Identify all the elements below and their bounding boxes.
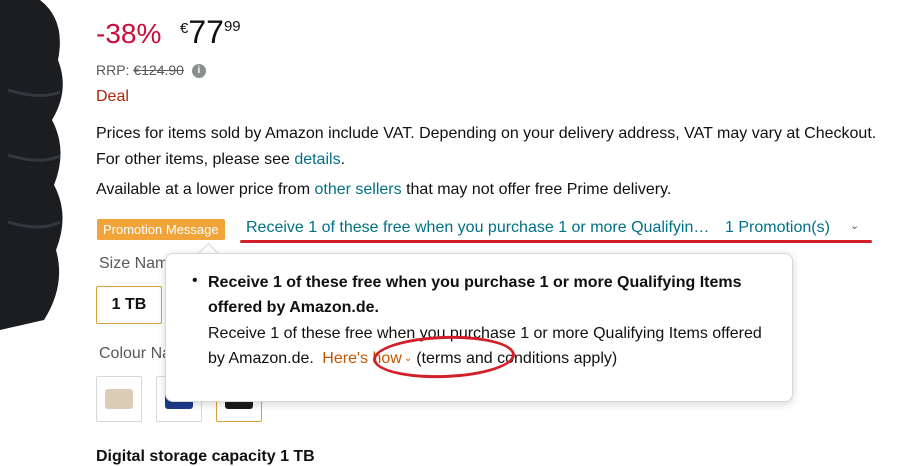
popover-title: Receive 1 of these free when you purchas…: [208, 274, 742, 316]
vat-text-end: .: [340, 151, 346, 168]
price-whole: 77: [188, 14, 224, 50]
annotation-underline: [240, 240, 872, 243]
info-icon[interactable]: i: [191, 64, 206, 79]
currency-symbol: €: [180, 20, 189, 37]
size-option-1tb[interactable]: 1 TB: [96, 286, 162, 324]
vat-notice: Prices for items sold by Amazon include …: [96, 121, 886, 173]
promotion-link[interactable]: Receive 1 of these free when you purchas…: [246, 219, 716, 237]
vat-text: Prices for items sold by Amazon include …: [96, 125, 877, 168]
price-fraction: 99: [223, 18, 241, 35]
price: €7799: [180, 14, 241, 51]
deal-badge: Deal: [96, 88, 129, 105]
bullet-icon: •: [192, 272, 198, 289]
swatch-thumbnail: [105, 389, 133, 409]
digital-storage-label: Digital storage capacity 1 TB: [96, 448, 315, 465]
lower-price-text: Available at a lower price from: [96, 181, 315, 198]
promotion-badge: Promotion Message: [97, 219, 225, 240]
rrp-value: €124.90: [133, 62, 184, 78]
product-image: [0, 0, 63, 330]
promotion-count-link[interactable]: 1 Promotion(s): [725, 219, 830, 237]
details-link[interactable]: details: [294, 151, 340, 168]
colour-swatch-beige[interactable]: [96, 376, 142, 422]
other-sellers-link[interactable]: other sellers: [314, 181, 401, 198]
chevron-down-icon[interactable]: ⌄: [850, 219, 859, 232]
lower-price-text-end: that may not offer free Prime delivery.: [401, 181, 672, 198]
discount-percentage: -38%: [96, 18, 162, 49]
rrp-row: RRP: €124.90 i: [96, 62, 206, 79]
lower-price-notice: Available at a lower price from other se…: [96, 181, 671, 199]
rrp-label: RRP:: [96, 62, 130, 78]
